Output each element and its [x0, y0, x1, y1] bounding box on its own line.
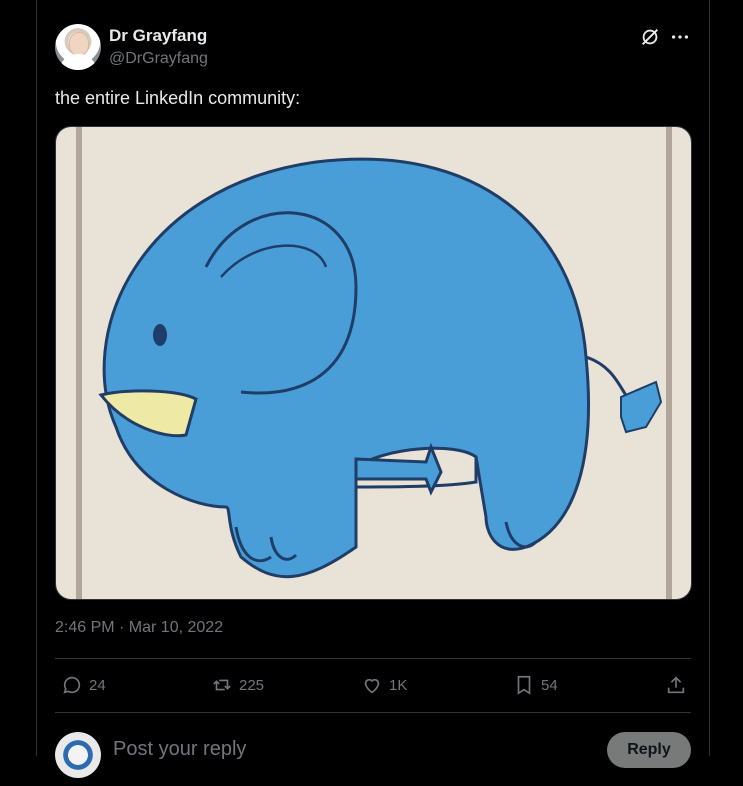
avatar-coat — [59, 54, 97, 70]
post-header: Dr Grayfang @DrGrayfang — [55, 24, 691, 72]
divider — [55, 712, 691, 713]
like-count: 1K — [389, 676, 408, 694]
bookmark-action[interactable]: 54 — [513, 664, 558, 706]
divider — [55, 658, 691, 659]
action-bar: 24 225 1K 54 — [55, 664, 691, 706]
avatar-face — [69, 32, 89, 56]
reply-composer: Post your reply Reply — [55, 726, 691, 786]
post-media-image[interactable] — [55, 126, 692, 600]
share-icon — [667, 676, 685, 694]
reply-button[interactable]: Reply — [607, 732, 691, 768]
author-handle[interactable]: @DrGrayfang — [109, 50, 208, 68]
post-text: the entire LinkedIn community: — [55, 88, 301, 108]
reply-count: 24 — [89, 676, 106, 694]
heart-icon — [364, 678, 380, 694]
more-options-icon[interactable] — [669, 26, 691, 48]
share-action[interactable] — [665, 664, 687, 706]
current-user-avatar[interactable] — [55, 732, 101, 778]
grok-icon[interactable] — [639, 26, 661, 48]
author-avatar[interactable] — [55, 24, 101, 70]
reply-icon — [63, 676, 81, 694]
blue-elephant-drawing-icon — [56, 127, 691, 599]
post-timestamp[interactable]: 2:46 PM · Mar 10, 2022 — [55, 619, 223, 637]
reply-action[interactable]: 24 — [61, 664, 106, 706]
repost-icon — [213, 679, 231, 691]
repost-action[interactable]: 225 — [211, 664, 264, 706]
bookmark-icon — [517, 675, 531, 695]
repost-count: 225 — [239, 676, 265, 694]
like-action[interactable]: 1K — [361, 664, 407, 706]
author-display-name[interactable]: Dr Grayfang — [109, 26, 207, 46]
bookmark-count: 54 — [541, 676, 558, 694]
timeline-column: Dr Grayfang @DrGrayfang the entire Linke… — [36, 0, 710, 778]
reply-input[interactable]: Post your reply — [113, 738, 246, 761]
